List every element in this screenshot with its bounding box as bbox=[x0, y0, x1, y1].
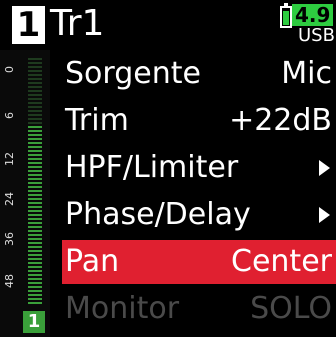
meter-segment bbox=[28, 294, 42, 296]
menu-item-label: Pan bbox=[65, 244, 120, 279]
meter-segment bbox=[28, 182, 42, 184]
meter-segment bbox=[28, 250, 42, 252]
meter-segment bbox=[28, 90, 42, 92]
meter-segment bbox=[28, 62, 42, 64]
meter-segment bbox=[28, 258, 42, 260]
meter-segment bbox=[28, 142, 42, 144]
meter-segment bbox=[28, 242, 42, 244]
chevron-right-icon bbox=[319, 207, 330, 223]
meter-segment bbox=[28, 170, 42, 172]
meter-segment bbox=[28, 226, 42, 228]
meter-segment bbox=[28, 218, 42, 220]
meter-segment bbox=[28, 114, 42, 116]
meter-segment bbox=[28, 146, 42, 148]
meter-segment bbox=[28, 70, 42, 72]
meter-scale-label: 0 bbox=[3, 66, 16, 73]
meter-segment bbox=[28, 274, 42, 276]
meter-segment bbox=[28, 166, 42, 168]
menu-item-trim[interactable]: Trim +22dB bbox=[62, 99, 336, 143]
meter-segment bbox=[28, 150, 42, 152]
meter-segment bbox=[28, 202, 42, 204]
header-bar: 1 Tr1 4.9 USB bbox=[0, 0, 336, 50]
track-number-badge: 1 bbox=[12, 6, 45, 44]
meter-scale-label: 24 bbox=[3, 192, 16, 206]
meter-segment bbox=[28, 162, 42, 164]
meter-segment bbox=[28, 190, 42, 192]
meter-segment bbox=[28, 238, 42, 240]
menu-item-label: Phase/Delay bbox=[65, 197, 251, 232]
menu-item-monitor[interactable]: Monitor SOLO bbox=[62, 287, 336, 331]
chevron-right-icon bbox=[319, 160, 330, 176]
meter-scale-label: 36 bbox=[3, 232, 16, 246]
menu-item-label: Monitor bbox=[65, 291, 180, 326]
meter-segment bbox=[28, 94, 42, 96]
meter-scale-label: 6 bbox=[3, 112, 16, 119]
meter-segment bbox=[28, 98, 42, 100]
meter-segment bbox=[28, 134, 42, 136]
menu-item-label: HPF/Limiter bbox=[65, 150, 239, 185]
meter-segment bbox=[28, 278, 42, 280]
meter-scale: 0 6 12 24 36 48 bbox=[3, 58, 20, 288]
menu-item-sorgente[interactable]: Sorgente Mic bbox=[62, 52, 336, 96]
meter-scale-label: 12 bbox=[3, 152, 16, 166]
meter-segment bbox=[28, 158, 42, 160]
meter-segment bbox=[28, 302, 42, 304]
menu-item-hpf-limiter[interactable]: HPF/Limiter bbox=[62, 146, 336, 190]
meter-segment bbox=[28, 214, 42, 216]
battery-icon bbox=[280, 3, 292, 28]
battery-indicator: 4.9 USB bbox=[280, 3, 336, 48]
meter-segment bbox=[28, 270, 42, 272]
meter-segment bbox=[28, 74, 42, 76]
meter-segment bbox=[28, 106, 42, 108]
meter-scale-label: 48 bbox=[3, 274, 16, 288]
meter-segment bbox=[28, 230, 42, 232]
meter-segment bbox=[28, 246, 42, 248]
battery-voltage: 4.9 bbox=[292, 4, 334, 26]
meter-segment bbox=[28, 86, 42, 88]
track-name: Tr1 bbox=[50, 3, 105, 44]
meter-segment bbox=[28, 194, 42, 196]
meter-segment bbox=[28, 126, 42, 128]
meter-segment bbox=[28, 222, 42, 224]
menu-item-pan[interactable]: Pan Center bbox=[62, 240, 336, 284]
meter-segment bbox=[28, 118, 42, 120]
meter-segment bbox=[28, 110, 42, 112]
meter-segment bbox=[28, 66, 42, 68]
meter-segment bbox=[28, 262, 42, 264]
meter-segment bbox=[28, 186, 42, 188]
level-meter-bar bbox=[28, 58, 42, 306]
menu-item-value: Center bbox=[231, 244, 332, 279]
meter-segment bbox=[28, 286, 42, 288]
meter-segment bbox=[28, 198, 42, 200]
meter-segment bbox=[28, 298, 42, 300]
meter-segment bbox=[28, 210, 42, 212]
power-source-label: USB bbox=[298, 25, 335, 46]
meter-segment bbox=[28, 130, 42, 132]
meter-segment bbox=[28, 266, 42, 268]
meter-segment bbox=[28, 234, 42, 236]
meter-segment bbox=[28, 178, 42, 180]
menu-item-value: Mic bbox=[281, 56, 332, 91]
menu-item-phase-delay[interactable]: Phase/Delay bbox=[62, 193, 336, 237]
meter-segment bbox=[28, 206, 42, 208]
meter-segment bbox=[28, 122, 42, 124]
menu-item-label: Sorgente bbox=[65, 56, 201, 91]
meter-segment bbox=[28, 282, 42, 284]
meter-segment bbox=[28, 58, 42, 60]
battery-fill bbox=[283, 11, 289, 25]
meter-segment bbox=[28, 174, 42, 176]
meter-segment bbox=[28, 290, 42, 292]
track-settings-menu: Sorgente Mic Trim +22dB HPF/Limiter Phase/Del… bbox=[62, 52, 336, 334]
menu-item-value: SOLO bbox=[250, 291, 332, 326]
meter-segment bbox=[28, 254, 42, 256]
meter-segment bbox=[28, 78, 42, 80]
level-meter-panel: 0 6 12 24 36 48 1 bbox=[0, 50, 50, 337]
menu-item-value: +22dB bbox=[229, 103, 332, 138]
meter-segment bbox=[28, 154, 42, 156]
menu-item-label: Trim bbox=[65, 103, 129, 138]
channel-badge: 1 bbox=[23, 311, 45, 333]
meter-segment bbox=[28, 138, 42, 140]
meter-segment bbox=[28, 82, 42, 84]
meter-segment bbox=[28, 102, 42, 104]
